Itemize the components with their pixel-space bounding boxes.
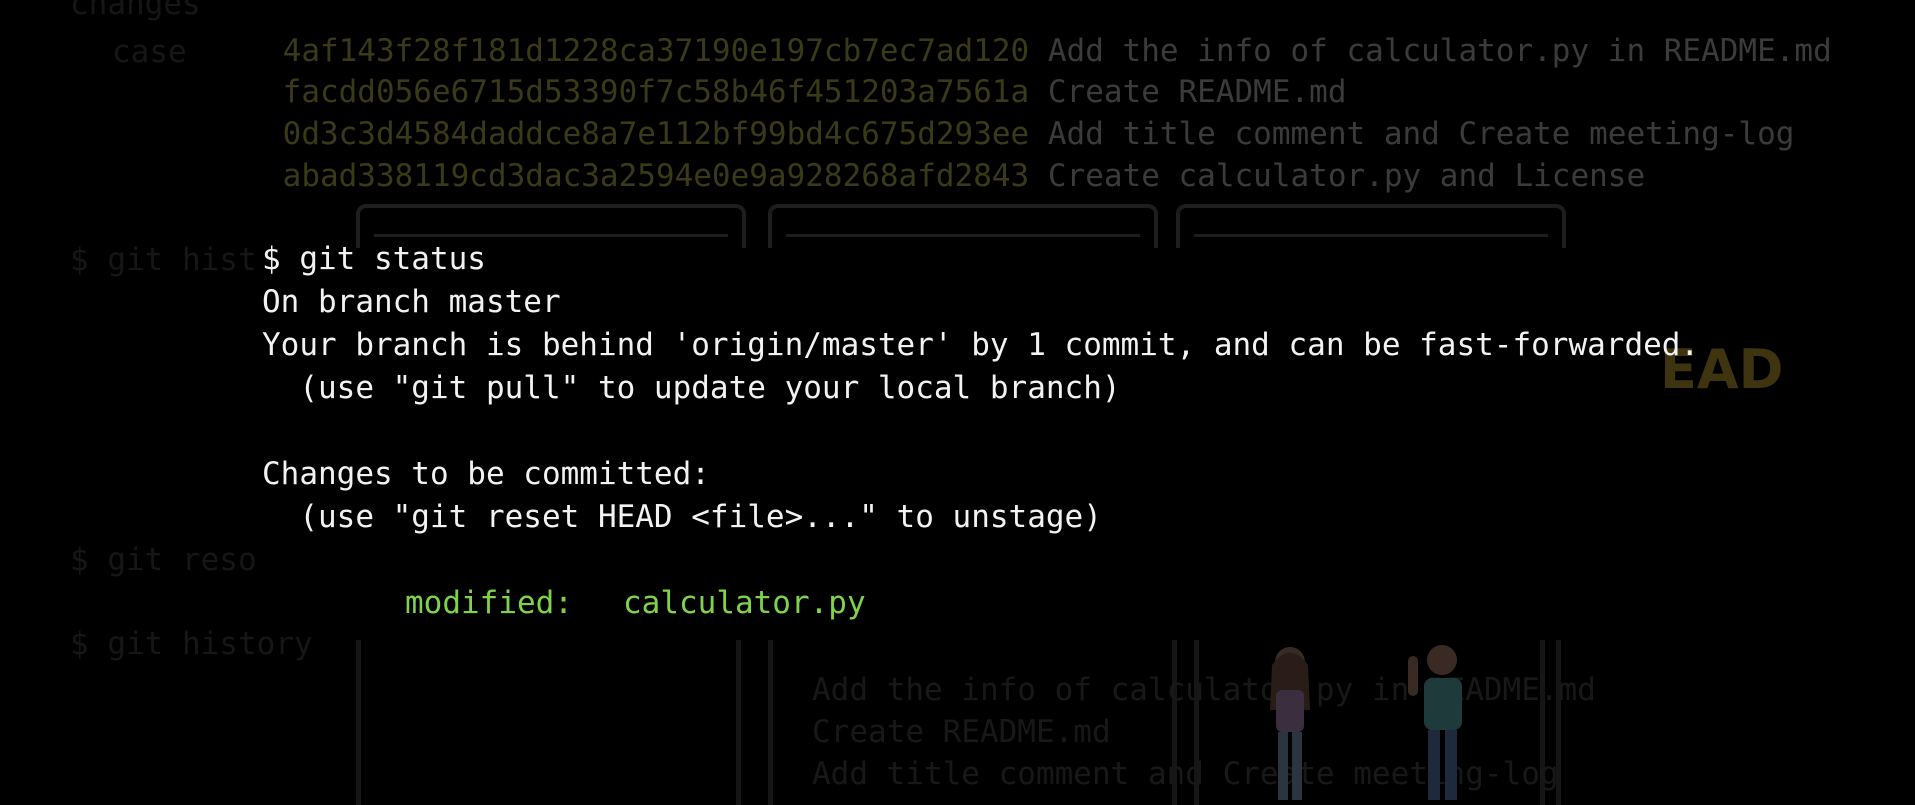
bg-column-line	[768, 640, 773, 805]
person-illustration-woman	[1270, 647, 1310, 800]
bg-left-fragment: case	[112, 34, 187, 70]
bg-left-fragment: changes	[70, 0, 201, 22]
modified-file: calculator.py	[623, 585, 866, 621]
branch-status-line: On branch master	[262, 284, 561, 320]
bg-column-line	[356, 640, 361, 805]
bg-box-rule	[1194, 234, 1548, 237]
person-illustration-man	[1408, 645, 1462, 800]
pull-hint-line: (use "git pull" to update your local bra…	[262, 370, 1121, 406]
bg-left-fragment: $ git history	[70, 626, 313, 662]
terminal-command: $ git status	[262, 241, 486, 277]
bg-column-line	[736, 640, 741, 805]
bg-bottom-line: Create README.md	[812, 714, 1111, 750]
bg-branch-box	[1176, 204, 1566, 248]
bg-box-rule	[374, 234, 728, 237]
behind-status-line: Your branch is behind 'origin/master' by…	[262, 327, 1700, 363]
changes-header-line: Changes to be committed:	[262, 456, 710, 492]
bg-box-rule	[786, 234, 1140, 237]
bg-left-fragment: $ git hist	[70, 242, 257, 278]
bg-commit-hash: abad338119cd3dac3a2594e0e9a928268afd2843	[282, 158, 1030, 194]
modified-label: modified:	[405, 585, 573, 621]
bg-left-fragment: $ git reso	[70, 542, 257, 578]
reset-hint-line: (use "git reset HEAD <file>..." to unsta…	[262, 499, 1102, 535]
bg-commit-message: Create calculator.py and License	[1047, 158, 1646, 194]
bg-branch-box	[768, 204, 1158, 248]
